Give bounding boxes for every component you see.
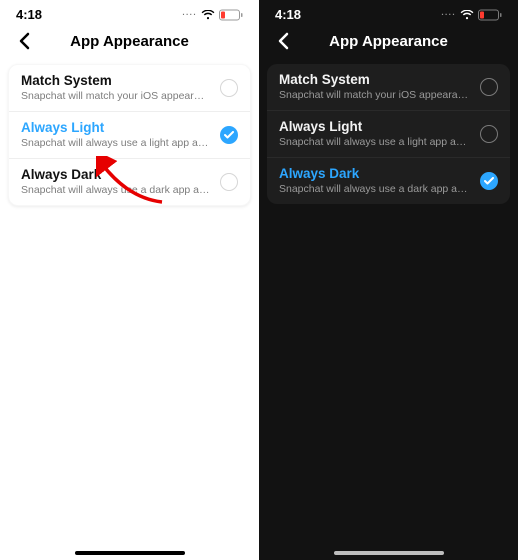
option-title: Match System — [279, 72, 470, 89]
option-always-dark[interactable]: Always Dark Snapchat will always use a d… — [267, 157, 510, 204]
radio-unchecked-icon[interactable] — [220, 173, 238, 191]
home-indicator[interactable] — [75, 551, 185, 555]
option-desc: Snapchat will always use a light app app… — [21, 137, 210, 150]
option-desc: Snapchat will always use a dark app appe… — [21, 184, 210, 197]
back-button[interactable] — [10, 32, 38, 50]
wifi-icon — [201, 10, 215, 20]
status-right-group: ···· — [182, 9, 243, 21]
option-desc: Snapchat will match your iOS appearance … — [21, 90, 210, 103]
radio-unchecked-icon[interactable] — [220, 79, 238, 97]
chevron-left-icon — [277, 32, 289, 50]
option-match-system[interactable]: Match System Snapchat will match your iO… — [267, 64, 510, 110]
status-bar: 4:18 ···· — [0, 0, 259, 26]
option-title: Always Light — [21, 120, 210, 137]
wifi-icon — [460, 10, 474, 20]
option-title: Always Light — [279, 119, 470, 136]
option-title: Always Dark — [279, 166, 470, 183]
status-time: 4:18 — [16, 7, 42, 22]
appearance-option-group: Match System Snapchat will match your iO… — [267, 64, 510, 204]
home-indicator[interactable] — [334, 551, 444, 555]
cellular-dots-icon: ···· — [182, 10, 197, 19]
option-always-light[interactable]: Always Light Snapchat will always use a … — [9, 111, 250, 158]
screenshot-dark: 4:18 ···· App Appearance Match System Sn… — [259, 0, 518, 560]
radio-unchecked-icon[interactable] — [480, 78, 498, 96]
page-title: App Appearance — [259, 33, 518, 50]
radio-checked-icon[interactable] — [220, 126, 238, 144]
nav-bar: App Appearance — [259, 26, 518, 64]
option-always-dark[interactable]: Always Dark Snapchat will always use a d… — [9, 158, 250, 205]
radio-checked-icon[interactable] — [480, 172, 498, 190]
appearance-option-group: Match System Snapchat will match your iO… — [8, 64, 251, 206]
battery-low-icon — [478, 9, 502, 21]
status-time: 4:18 — [275, 7, 301, 22]
option-title: Match System — [21, 73, 210, 90]
page-title: App Appearance — [0, 33, 259, 50]
option-match-system[interactable]: Match System Snapchat will match your iO… — [9, 65, 250, 111]
option-always-light[interactable]: Always Light Snapchat will always use a … — [267, 110, 510, 157]
back-button[interactable] — [269, 32, 297, 50]
option-desc: Snapchat will always use a dark app appe… — [279, 183, 470, 196]
screenshot-light: 4:18 ···· App Appearance Match System Sn… — [0, 0, 259, 560]
option-desc: Snapchat will always use a light app app… — [279, 136, 470, 149]
battery-low-icon — [219, 9, 243, 21]
cellular-dots-icon: ···· — [441, 10, 456, 19]
chevron-left-icon — [18, 32, 30, 50]
status-right-group: ···· — [441, 9, 502, 21]
radio-unchecked-icon[interactable] — [480, 125, 498, 143]
option-desc: Snapchat will match your iOS appearance … — [279, 89, 470, 102]
status-bar: 4:18 ···· — [259, 0, 518, 26]
nav-bar: App Appearance — [0, 26, 259, 64]
option-title: Always Dark — [21, 167, 210, 184]
